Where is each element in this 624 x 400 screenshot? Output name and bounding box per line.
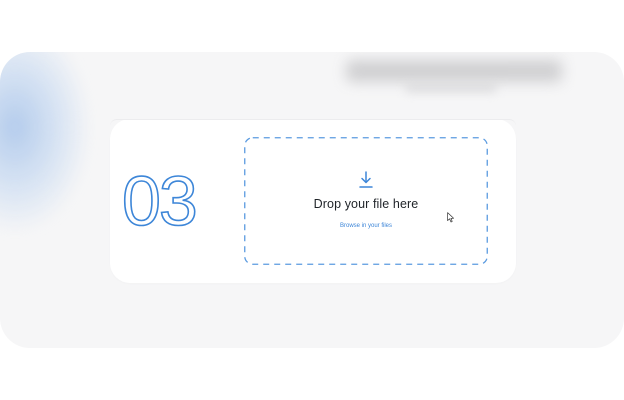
download-icon — [359, 171, 373, 188]
step-number: 03 — [122, 161, 199, 237]
decorative-glow — [0, 52, 90, 232]
blurred-subheading — [405, 84, 497, 92]
file-drop-zone[interactable]: Drop your file here Browse in your files — [244, 137, 488, 265]
card-divider — [110, 119, 516, 126]
drop-zone-title: Drop your file here — [313, 197, 419, 211]
browse-files-link[interactable]: Browse in your files — [244, 223, 488, 229]
upload-card: 03 Drop your file here Browse in your fi… — [110, 119, 516, 283]
step-number-text: 03 — [122, 162, 196, 237]
mouse-pointer-icon — [447, 212, 454, 223]
blurred-heading — [346, 60, 562, 82]
page: 03 Drop your file here Browse in your fi… — [0, 0, 624, 400]
